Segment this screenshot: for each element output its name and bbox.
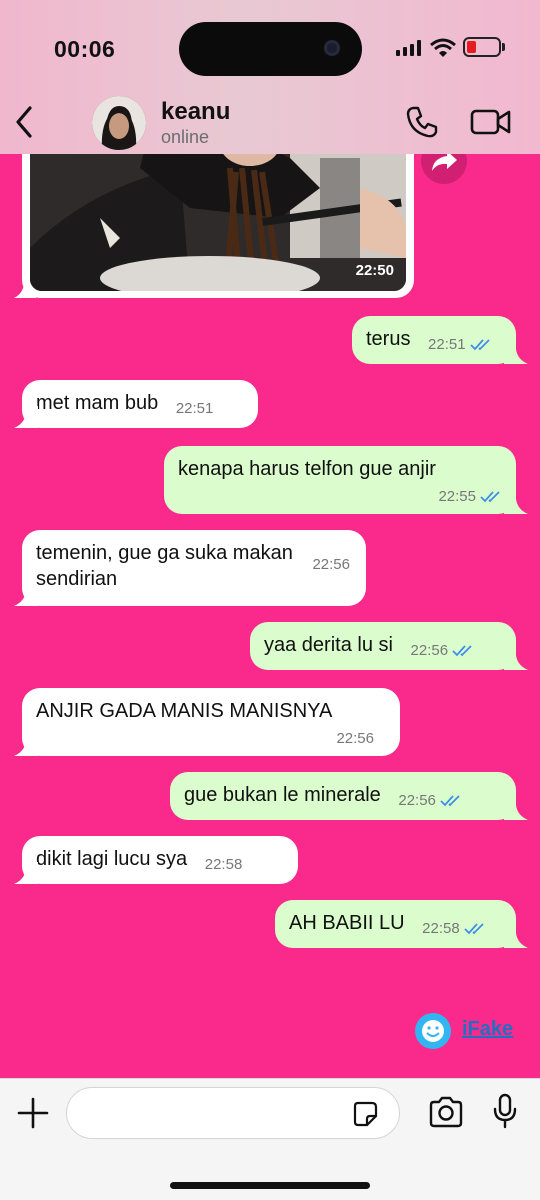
contact-avatar[interactable] bbox=[92, 96, 146, 150]
bubble-tail bbox=[504, 342, 528, 364]
message-text: terus bbox=[366, 328, 411, 350]
bubble-tail bbox=[504, 926, 528, 948]
voice-call-button[interactable] bbox=[404, 104, 440, 140]
message-text: dikit lagi lucu sya bbox=[36, 848, 188, 870]
back-button[interactable] bbox=[10, 102, 40, 142]
message-text: temenin, gue ga suka makan sendirian bbox=[36, 542, 293, 590]
message-meta: 22:55 bbox=[178, 484, 502, 510]
message-meta: 22:51 bbox=[176, 396, 214, 422]
message-meta: 22:56 bbox=[411, 638, 475, 664]
bubble-tail bbox=[14, 862, 38, 884]
message-bubble-incoming[interactable]: met mam bub 22:51 bbox=[22, 380, 258, 428]
front-camera-icon bbox=[324, 40, 340, 56]
ifake-logo-icon bbox=[415, 1013, 451, 1049]
battery-icon bbox=[463, 37, 501, 57]
bubble-tail bbox=[504, 492, 528, 514]
sticker-button[interactable] bbox=[351, 1100, 379, 1128]
bubble-tail bbox=[14, 406, 38, 428]
battery-tip bbox=[502, 43, 505, 51]
message-bubble-outgoing[interactable]: terus 22:51 bbox=[352, 316, 516, 364]
read-ticks-icon bbox=[469, 339, 490, 351]
message-bubble-outgoing[interactable]: yaa derita lu si 22:56 bbox=[250, 622, 516, 670]
bubble-tail bbox=[14, 734, 38, 756]
read-ticks-icon bbox=[464, 923, 484, 935]
dynamic-island bbox=[179, 22, 362, 76]
message-text: yaa derita lu si bbox=[264, 634, 393, 656]
sticker-icon bbox=[353, 1101, 378, 1127]
message-bubble-outgoing[interactable]: kenapa harus telfon gue anjir 22:55 bbox=[164, 446, 516, 514]
message-bubble-incoming[interactable]: ANJIR GADA MANIS MANISNYA 22:56 bbox=[22, 688, 400, 756]
read-ticks-icon bbox=[480, 491, 500, 503]
video-camera-icon bbox=[470, 109, 511, 135]
camera-button[interactable] bbox=[428, 1096, 464, 1128]
microphone-button[interactable] bbox=[492, 1093, 518, 1129]
read-ticks-icon bbox=[440, 795, 460, 807]
message-time: 22:51 bbox=[175, 400, 214, 417]
message-meta: 22:56 bbox=[312, 532, 350, 598]
chat-header: 00:06 keanu online bbox=[0, 0, 540, 154]
plus-icon bbox=[17, 1097, 49, 1129]
bubble-tail bbox=[504, 798, 528, 820]
message-meta: 22:56 bbox=[36, 726, 386, 752]
home-indicator bbox=[170, 1182, 370, 1189]
message-meta: 22:58 bbox=[422, 916, 486, 942]
message-text: ANJIR GADA MANIS MANISNYA bbox=[36, 700, 333, 722]
wifi-icon bbox=[430, 38, 456, 57]
message-time: 22:56 bbox=[410, 642, 449, 659]
message-time: 22:58 bbox=[204, 856, 243, 873]
message-bubble-incoming[interactable]: dikit lagi lucu sya 22:58 bbox=[22, 836, 298, 884]
contact-name[interactable]: keanu bbox=[161, 98, 230, 126]
message-meta: 22:56 bbox=[398, 788, 462, 814]
message-time: 22:56 bbox=[336, 730, 374, 747]
video-call-button[interactable] bbox=[470, 106, 512, 138]
message-bubble-incoming[interactable]: temenin, gue ga suka makan sendirian 22:… bbox=[22, 530, 366, 606]
cellular-signal-icon bbox=[396, 40, 421, 56]
message-time: 22:58 bbox=[422, 920, 460, 937]
camera-icon bbox=[429, 1096, 463, 1128]
status-time: 00:06 bbox=[54, 36, 116, 62]
watermark-link[interactable]: iFake bbox=[462, 1018, 513, 1041]
message-bubble-outgoing[interactable]: gue bukan le minerale 22:56 bbox=[170, 772, 516, 820]
message-time: 22:56 bbox=[398, 792, 436, 809]
attach-button[interactable] bbox=[16, 1096, 50, 1130]
message-text: met mam bub bbox=[36, 392, 159, 414]
battery-level bbox=[467, 41, 476, 53]
message-meta: 22:51 bbox=[428, 332, 492, 358]
message-time: 22:51 bbox=[428, 336, 466, 353]
avatar-image bbox=[92, 96, 146, 150]
message-bubble-outgoing[interactable]: AH BABII LU 22:58 bbox=[275, 900, 516, 948]
message-meta: 22:58 bbox=[205, 852, 243, 878]
phone-icon bbox=[406, 106, 438, 138]
bubble-tail bbox=[14, 584, 38, 606]
microphone-icon bbox=[493, 1093, 517, 1129]
bubble-tail bbox=[504, 648, 528, 670]
message-input[interactable] bbox=[85, 1096, 345, 1130]
contact-status: online bbox=[161, 127, 210, 147]
message-text: kenapa harus telfon gue anjir bbox=[178, 458, 436, 480]
message-input-wrapper bbox=[66, 1087, 400, 1139]
chevron-left-icon bbox=[16, 106, 32, 138]
message-time: 22:50 bbox=[355, 262, 394, 279]
message-time: 22:55 bbox=[438, 488, 476, 505]
read-ticks-icon bbox=[452, 645, 472, 657]
message-text: AH BABII LU bbox=[289, 912, 405, 934]
message-time: 22:56 bbox=[312, 556, 350, 573]
message-text: gue bukan le minerale bbox=[184, 784, 381, 806]
